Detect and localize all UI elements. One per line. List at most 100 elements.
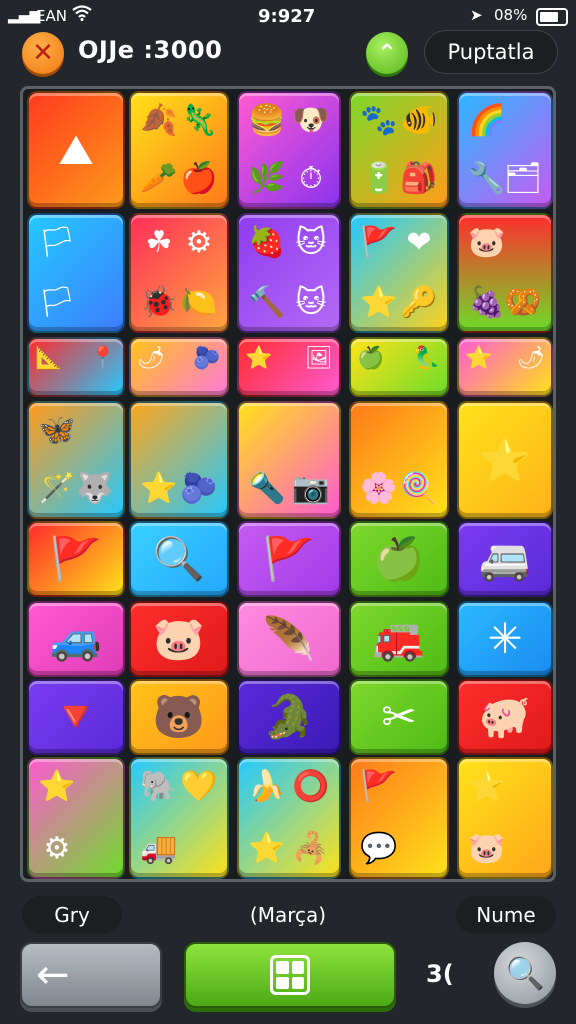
tile-r6-c0[interactable]: 🔻 (27, 679, 125, 755)
tile-r3-c3[interactable]: 🌸 🍭 (349, 401, 449, 519)
tile-r0-c4[interactable]: 🌈 🔧 🗂 (457, 91, 553, 209)
tile-icon: ⭐ (248, 831, 286, 866)
tile-icon: 🚩 (262, 534, 316, 583)
tile-icon: 🔻 (49, 692, 103, 741)
tile-r5-c4[interactable]: ✳ (457, 601, 553, 677)
tile-icon: 🐘 (140, 769, 178, 804)
tile-r5-c2[interactable]: 🪶 (237, 601, 341, 677)
tile-r6-c2[interactable]: 🐊 (237, 679, 341, 755)
tile-icon: 💬 (360, 831, 398, 866)
tile-icon: 🦜 (413, 346, 441, 371)
tile-r0-c2[interactable]: 🍔 🐶 🌿 ⏱ (237, 91, 341, 209)
tile-icon: 📍 (89, 346, 117, 371)
battery-percent: 08% (494, 6, 528, 24)
tile-r5-c0[interactable]: 🚙 (27, 601, 125, 677)
tile-icon: ⭐ (38, 769, 76, 804)
tile-icon: ⭐ (360, 285, 398, 320)
search-button[interactable]: 🔍 (494, 942, 556, 1004)
tile-icon: 🚒 (372, 614, 426, 663)
tile-r3-c1[interactable]: ⭐ 🫐 (129, 401, 229, 519)
tile-icon: 🐻 (152, 692, 206, 741)
tile-r6-c3[interactable]: ✂ (349, 679, 449, 755)
tile-r5-c3[interactable]: 🚒 (349, 601, 449, 677)
tile-r0-c3[interactable]: 🐾 🐠 🔋 🎒 (349, 91, 449, 209)
tile-r1-c4[interactable]: 🐷 🍇 🥨 (457, 213, 553, 333)
up-button[interactable]: ⌃ (366, 32, 408, 74)
tile-r1-c1[interactable]: ☘ ⚙ 🐞 🍋 (129, 213, 229, 333)
tile-r1-c3[interactable]: 🚩 ❤ ⭐ 🔑 (349, 213, 449, 333)
tile-icon: 🐊 (262, 692, 316, 741)
tile-icon: 🍂 (140, 103, 178, 138)
tile-r7-c3[interactable]: 🚩 💬 (349, 757, 449, 879)
tile-r2-c0[interactable]: 📐📍🥚🍫 (27, 337, 125, 397)
back-button[interactable]: ← (20, 942, 162, 1008)
tile-icon: 📷 (292, 471, 330, 506)
tile-icon: 🥨 (504, 285, 542, 320)
tile-r2-c1[interactable]: 🌶🫐🍒🍁 (129, 337, 229, 397)
tile-r7-c1[interactable]: 🐘 💛 🚚 (129, 757, 229, 879)
tile-icon: 🍭 (400, 471, 438, 506)
tile-r1-c0[interactable]: 🏳 🏳 (27, 213, 125, 333)
tile-r4-c4[interactable]: 🚐 (457, 521, 553, 597)
tile-icon: 🌿 (248, 161, 286, 196)
status-bar: ▂▄▆ EAN 9:927 ➤ 08% (0, 0, 576, 32)
search-icon: 🔍 (505, 954, 545, 992)
tile-icon: 🪶 (262, 614, 316, 663)
battery-icon (536, 8, 568, 26)
move-count: 3( (426, 960, 454, 988)
tile-icon: 🖼 (305, 346, 333, 371)
tile-icon: 🐶 (292, 103, 330, 138)
tile-r3-c0[interactable]: 🦋 🪄 🐺 (27, 401, 125, 519)
tile-r4-c0[interactable]: 🚩 (27, 521, 125, 597)
carrier-label: EAN (36, 7, 67, 25)
tile-icon: 🏳 (37, 285, 77, 320)
tile-r2-c4[interactable]: ⭐🌶🦄🚌 (457, 337, 553, 397)
tile-icon: 🐠 (400, 103, 438, 138)
tile-icon: 🍓 (248, 225, 286, 260)
tile-r4-c3[interactable]: 🍏 (349, 521, 449, 597)
tile-icon: 🥕 (140, 161, 178, 196)
tile-icon: ⭐ (140, 471, 178, 506)
nume-label[interactable]: Nume (456, 896, 556, 934)
tile-icon: 🐱 (295, 285, 327, 320)
tile-r3-c2[interactable]: 🔦 📷 (237, 401, 341, 519)
tile-icon: 🐷 (468, 831, 506, 866)
tile-icon: 🚩 (49, 534, 103, 583)
tile-r7-c4[interactable]: ⭐ 🐷 (457, 757, 553, 879)
tile-icon: ⛰ (58, 125, 94, 174)
tile-icon: 🍏 (372, 534, 426, 583)
tile-icon: 🎒 (400, 161, 438, 196)
bottom-labels: Gry (Marça) Nume (0, 896, 576, 936)
tile-icon: ⭐ (478, 435, 532, 484)
tile-r1-c2[interactable]: 🍓 🐱 🔨 🐱 (237, 213, 341, 333)
tile-icon: 🫐 (180, 471, 218, 506)
tile-r4-c1[interactable]: 🔍 (129, 521, 229, 597)
close-button[interactable]: ✕ (22, 32, 64, 74)
tile-icon: ⭕ (292, 769, 330, 804)
grid-button[interactable] (184, 942, 396, 1008)
tile-icon: 📐 (35, 346, 63, 371)
tile-r4-c2[interactable]: 🚩 (237, 521, 341, 597)
tile-icon: 🍏 (357, 346, 385, 371)
clock-time: 9:927 (258, 6, 316, 27)
tile-r6-c1[interactable]: 🐻 (129, 679, 229, 755)
tile-icon: 🔨 (248, 285, 286, 320)
gry-label[interactable]: Gry (22, 896, 122, 934)
tile-icon: 🍔 (248, 103, 286, 138)
tile-r7-c2[interactable]: 🍌 ⭕ ⭐ 🦂 (237, 757, 341, 879)
puptatla-button[interactable]: Puptatla (424, 30, 558, 74)
tile-icon: 🔋 (360, 161, 398, 196)
tile-r5-c1[interactable]: 🐷 (129, 601, 229, 677)
tile-r0-c0[interactable]: ⛰ (27, 91, 125, 209)
tile-r6-c4[interactable]: 🐖 (457, 679, 553, 755)
tile-r0-c1[interactable]: 🍂 🦎 🥕 🍎 (129, 91, 229, 209)
tile-icon: 🐖 (478, 692, 532, 741)
tile-icon: 💛 (180, 769, 218, 804)
tile-r2-c2[interactable]: ⭐🖼🚩🐢 (237, 337, 341, 397)
tile-icon: 🍋 (180, 285, 218, 320)
tile-r3-c4[interactable]: ⭐ (457, 401, 553, 519)
tile-r7-c0[interactable]: ⭐ ⚙ (27, 757, 125, 879)
tile-r2-c3[interactable]: 🍏🦜🥕⭐ (349, 337, 449, 397)
tile-icon: 🫐 (193, 346, 221, 371)
tile-icon: 🏳 (37, 225, 77, 260)
